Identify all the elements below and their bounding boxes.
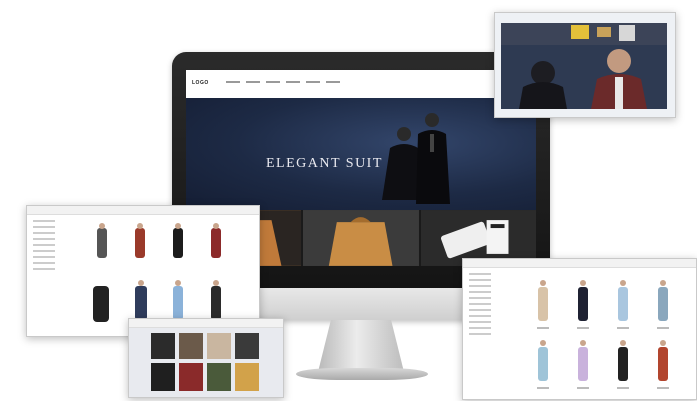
product-thumb[interactable]: [303, 210, 419, 266]
nav-item[interactable]: [306, 81, 320, 83]
floating-window-top-right[interactable]: [494, 12, 676, 118]
imac-stand-foot: [296, 368, 428, 380]
window-toolbar: [129, 319, 283, 328]
nav-item[interactable]: [266, 81, 280, 83]
floating-window-catalog-right[interactable]: [462, 258, 697, 400]
catalog-sidebar: [469, 273, 491, 339]
imac-stand-neck: [318, 320, 404, 372]
nav-item[interactable]: [326, 81, 340, 83]
fashion-banner-image: [501, 23, 667, 109]
catalog-sidebar: [33, 220, 55, 274]
nav-item[interactable]: [226, 81, 240, 83]
site-header: LOGO: [186, 70, 536, 99]
floating-window-gallery[interactable]: [128, 318, 284, 398]
nav-item[interactable]: [286, 81, 300, 83]
site-logo[interactable]: LOGO: [192, 80, 209, 86]
hero-title: ELEGANT SUIT: [266, 156, 383, 171]
window-toolbar: [27, 206, 259, 215]
hero-banner[interactable]: ELEGANT SUIT: [186, 98, 536, 210]
catalog-product-grid: [93, 223, 221, 322]
catalog-product-grid: [537, 280, 669, 389]
hero-models-image: [382, 113, 450, 204]
tan-coat-image: [303, 210, 419, 266]
gallery-tiles: [151, 333, 259, 391]
nav-item[interactable]: [246, 81, 260, 83]
site-nav: [226, 81, 340, 83]
window-toolbar: [463, 259, 696, 268]
